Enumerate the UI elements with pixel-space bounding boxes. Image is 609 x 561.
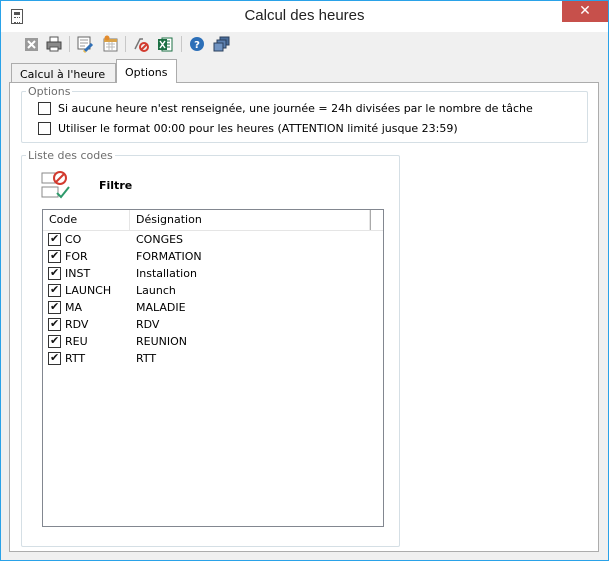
row-checkbox[interactable] [48,266,61,280]
excel-icon[interactable] [155,34,175,54]
row-code: INST [65,267,91,280]
toolbar-separator [125,36,126,52]
row-checkbox[interactable] [48,300,61,314]
column-header-filler [370,210,383,230]
print-icon[interactable] [44,34,64,54]
list-item[interactable]: FOR FORMATION [43,248,383,265]
tab-options[interactable]: Options [116,59,177,83]
row-designation: RTT [136,352,157,365]
close-doc-icon[interactable] [21,34,41,54]
svg-text:?: ? [194,40,200,51]
codes-group-legend: Liste des codes [28,149,113,162]
options-group-legend: Options [28,85,71,98]
row-checkbox[interactable] [48,317,61,331]
row-designation: RDV [136,318,160,331]
toolbar-separator [69,36,70,52]
clear-icon[interactable] [131,34,151,54]
close-window-button[interactable]: ✕ [562,1,608,22]
column-header-designation[interactable]: Désignation [130,210,370,230]
window-title: Calcul des heures [244,7,365,24]
option-label: Si aucune heure n'est renseignée, une jo… [58,102,533,115]
row-code: RDV [65,318,89,331]
column-header-code[interactable]: Code [43,210,130,230]
row-designation: FORMATION [136,250,202,263]
row-checkbox[interactable] [48,249,61,263]
edit-hours-icon[interactable] [75,34,95,54]
screens-icon[interactable] [212,34,232,54]
row-designation: Installation [136,267,197,280]
row-designation: REUNION [136,335,188,348]
list-item[interactable]: INST Installation [43,265,383,282]
list-item[interactable]: MA MALADIE [43,299,383,316]
filter-icon[interactable] [41,171,71,199]
filter-label[interactable]: Filtre [99,179,132,192]
row-checkbox[interactable] [48,351,61,365]
row-checkbox[interactable] [48,334,61,348]
option-label: Utiliser le format 00:00 pour les heures… [58,122,458,135]
list-item[interactable]: RDV RDV [43,316,383,333]
title-bar: Calcul des heures ✕ [1,1,608,32]
main-window: Calcul des heures ✕ ? Calcul à l'heure O… [0,0,609,561]
row-checkbox[interactable] [48,232,61,246]
row-code: CO [65,233,82,246]
row-code: RTT [65,352,86,365]
checkbox[interactable] [38,122,51,135]
toolbar: ? [9,34,599,54]
checkbox[interactable] [38,102,51,115]
row-designation: MALADIE [136,301,186,314]
tab-calcul-heure[interactable]: Calcul à l'heure [11,63,116,83]
list-item[interactable]: CO CONGES [43,231,383,248]
calendar-icon[interactable] [100,34,120,54]
list-item[interactable]: LAUNCH Launch [43,282,383,299]
row-checkbox[interactable] [48,283,61,297]
codes-list[interactable]: Code Désignation CO CONGES FOR FORMATION… [42,209,384,527]
row-code: REU [65,335,88,348]
list-header: Code Désignation [43,210,383,231]
row-designation: Launch [136,284,176,297]
toolbar-separator [181,36,182,52]
row-code: LAUNCH [65,284,112,297]
row-code: MA [65,301,83,314]
help-icon[interactable]: ? [187,34,207,54]
list-item[interactable]: REU REUNION [43,333,383,350]
list-item[interactable]: RTT RTT [43,350,383,367]
row-designation: CONGES [136,233,184,246]
row-code: FOR [65,250,88,263]
